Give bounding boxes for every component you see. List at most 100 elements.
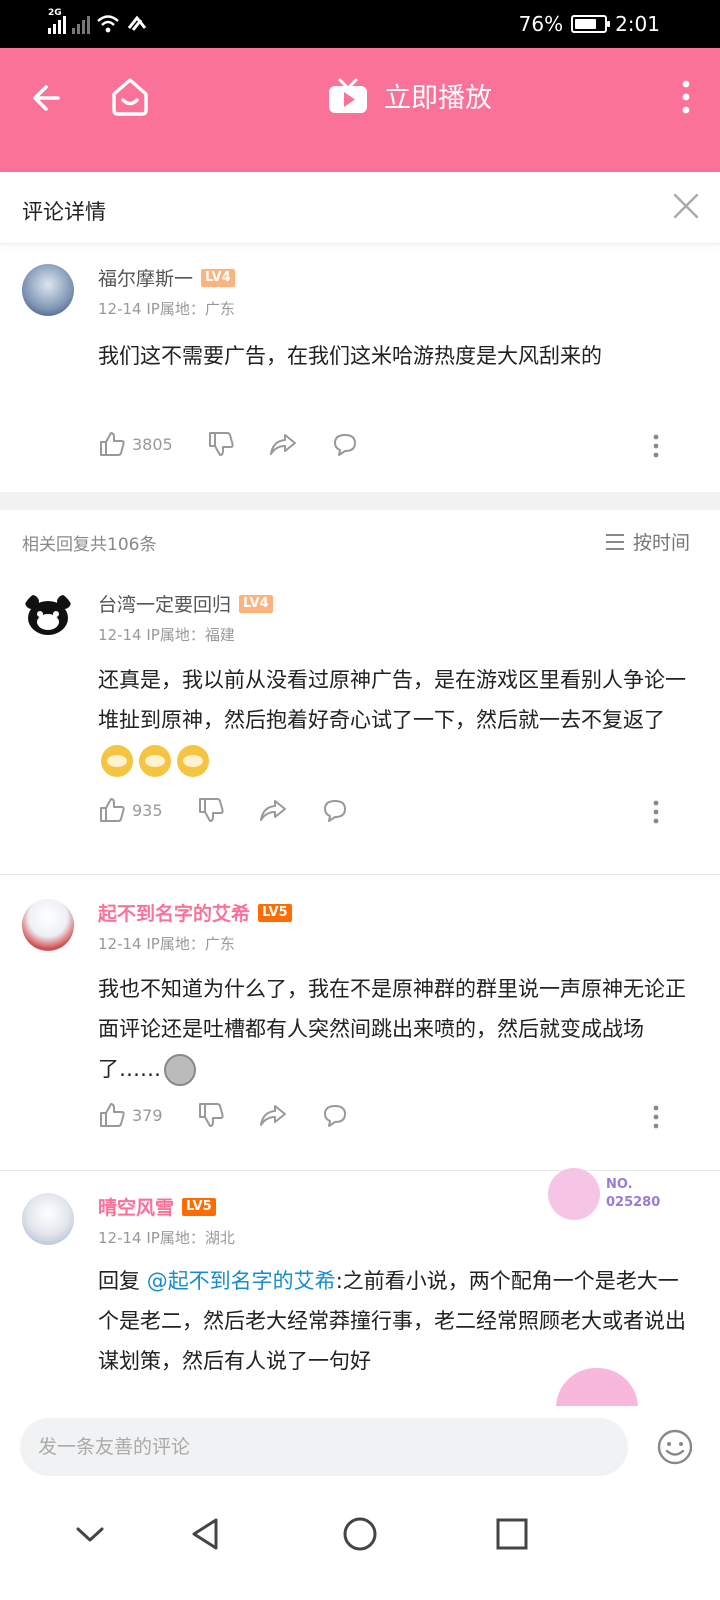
comment-text-content: 还真是，我以前从没看过原神广告，是在游戏区里看别人争论一堆扯到原神，然后抱着好奇… (98, 668, 686, 732)
clock: 2:01 (615, 12, 660, 36)
thumbs-up-icon (100, 432, 125, 456)
home-icon[interactable] (108, 74, 152, 118)
level-badge: LV5 (182, 1197, 216, 1216)
doge-emoji-icon (139, 745, 171, 777)
like-count: 3805 (132, 434, 173, 454)
comment-detail-title: 评论详情 (22, 200, 106, 224)
reply-item: 台湾一定要回归 LV4 12-14 IP属地：福建 还真是，我以前从没看过原神广… (0, 572, 720, 858)
reply-count: 相关回复共106条 (22, 535, 157, 555)
like-count: 935 (132, 800, 163, 820)
avatar[interactable] (22, 899, 74, 951)
share-button[interactable] (259, 796, 287, 824)
fan-number-badge: NO. 025280 (548, 1166, 668, 1222)
battery-percent: 76% (518, 12, 564, 36)
play-now-button[interactable]: 立即播放 (328, 76, 492, 115)
more-options-icon[interactable] (652, 1105, 660, 1129)
share-icon (259, 1105, 286, 1126)
thumbs-up-icon (100, 1103, 125, 1127)
panda-avatar-icon (25, 595, 71, 635)
comment-text: 还真是，我以前从没看过原神广告，是在游戏区里看别人争论一堆扯到原神，然后抱着好奇… (98, 660, 698, 780)
thumbs-down-icon (208, 432, 234, 456)
thumbs-down-icon (198, 798, 224, 822)
replies-header: 相关回复共106条 按时间 (0, 510, 720, 572)
doge-emoji-icon (177, 745, 209, 777)
username-label: 台湾一定要回归 (98, 594, 232, 616)
avatar[interactable] (22, 590, 74, 642)
comment-actions: 935 (98, 796, 383, 824)
doge-emoji-icon (101, 745, 133, 777)
reply-button[interactable] (321, 1101, 349, 1129)
reply-prefix: 回复 (98, 1269, 147, 1293)
system-nav-bar (0, 1490, 720, 1600)
comment-username[interactable]: 福尔摩斯一 LV4 (98, 264, 235, 291)
data-sync-icon (127, 15, 147, 31)
share-icon (259, 800, 286, 821)
battery-icon (571, 15, 611, 33)
comment-input[interactable]: 发一条友善的评论 (20, 1418, 628, 1476)
reply-item: 起不到名字的艾希 LV5 12-14 IP属地：广东 我也不知道为什么了，我在不… (0, 875, 720, 1165)
badge-no-label: NO. (606, 1177, 633, 1192)
emoji-icon[interactable] (656, 1428, 694, 1466)
mention-link[interactable]: @起不到名字的艾希 (147, 1269, 336, 1293)
avatar[interactable] (22, 1193, 74, 1245)
chat-bubble-icon (333, 434, 356, 456)
chevron-down-icon[interactable] (70, 1514, 110, 1554)
dislike-button[interactable] (197, 796, 225, 824)
comment-text: 我们这不需要广告，在我们这米哈游热度是大风刮来的 (98, 344, 602, 368)
more-options-icon[interactable] (652, 800, 660, 824)
app-bar: 立即播放 (0, 48, 720, 172)
tv-play-icon (329, 78, 367, 113)
sort-button[interactable]: 按时间 (605, 528, 690, 555)
share-button[interactable] (269, 430, 297, 458)
back-arrow-icon[interactable] (28, 78, 68, 118)
comment-input-bar: 发一条友善的评论 (0, 1406, 720, 1490)
reply-button[interactable] (331, 430, 359, 458)
comment-username[interactable]: 台湾一定要回归 LV4 (98, 590, 273, 617)
comment-detail-header: 评论详情 (0, 172, 720, 244)
username-label: 晴空风雪 (98, 1197, 175, 1219)
nav-back-icon[interactable] (186, 1514, 226, 1554)
wifi-icon (97, 15, 119, 33)
more-options-icon[interactable] (652, 434, 660, 458)
reply-button[interactable] (321, 796, 349, 824)
section-separator (0, 492, 720, 510)
badge-no-value: 025280 (606, 1195, 661, 1210)
chat-bubble-icon (323, 800, 346, 822)
close-icon[interactable] (672, 192, 700, 220)
badge-character-image (548, 1168, 600, 1220)
comment-username[interactable]: 晴空风雪 LV5 (98, 1193, 216, 1220)
main-comment: 福尔摩斯一 LV4 12-14 IP属地：广东 我们这不需要广告，在我们这米哈游… (0, 244, 720, 492)
like-count: 379 (132, 1105, 163, 1125)
dislike-button[interactable] (197, 1101, 225, 1129)
like-button[interactable]: 935 (98, 796, 163, 824)
username-label: 福尔摩斯一 (98, 268, 194, 290)
level-badge: LV4 (239, 594, 273, 613)
thumbs-up-icon (100, 798, 125, 822)
level-badge: LV4 (201, 268, 235, 287)
network-type-label: 2G (48, 8, 62, 18)
sort-label: 按时间 (632, 532, 690, 554)
like-button[interactable]: 379 (98, 1101, 163, 1129)
status-bar: 2G 76% 2:01 (0, 0, 720, 48)
comment-meta: 12-14 IP属地：广东 (98, 300, 235, 318)
dislike-button[interactable] (207, 430, 235, 458)
comment-meta: 12-14 IP属地：广东 (98, 935, 235, 953)
cellular-signal-icon: 2G (48, 8, 66, 34)
level-badge: LV5 (258, 903, 292, 922)
comment-username[interactable]: 起不到名字的艾希 LV5 (98, 899, 292, 926)
play-now-label: 立即播放 (384, 83, 492, 114)
comment-text: 我也不知道为什么了，我在不是原神群的群里说一声原神无论正面评论还是吐槽都有人突然… (98, 969, 698, 1089)
cellular-signal-2-icon (72, 14, 90, 34)
share-icon (269, 434, 296, 455)
comment-meta: 12-14 IP属地：福建 (98, 626, 235, 644)
chat-bubble-icon (323, 1105, 346, 1127)
like-button[interactable]: 3805 (98, 430, 173, 458)
comment-meta: 12-14 IP属地：湖北 (98, 1229, 235, 1247)
nav-home-icon[interactable] (340, 1514, 380, 1554)
share-button[interactable] (259, 1101, 287, 1129)
avatar[interactable] (22, 264, 74, 316)
comment-actions: 3805 (98, 430, 393, 458)
username-label: 起不到名字的艾希 (98, 903, 251, 925)
nav-recents-icon[interactable] (492, 1514, 532, 1554)
more-vertical-icon[interactable] (680, 80, 692, 114)
